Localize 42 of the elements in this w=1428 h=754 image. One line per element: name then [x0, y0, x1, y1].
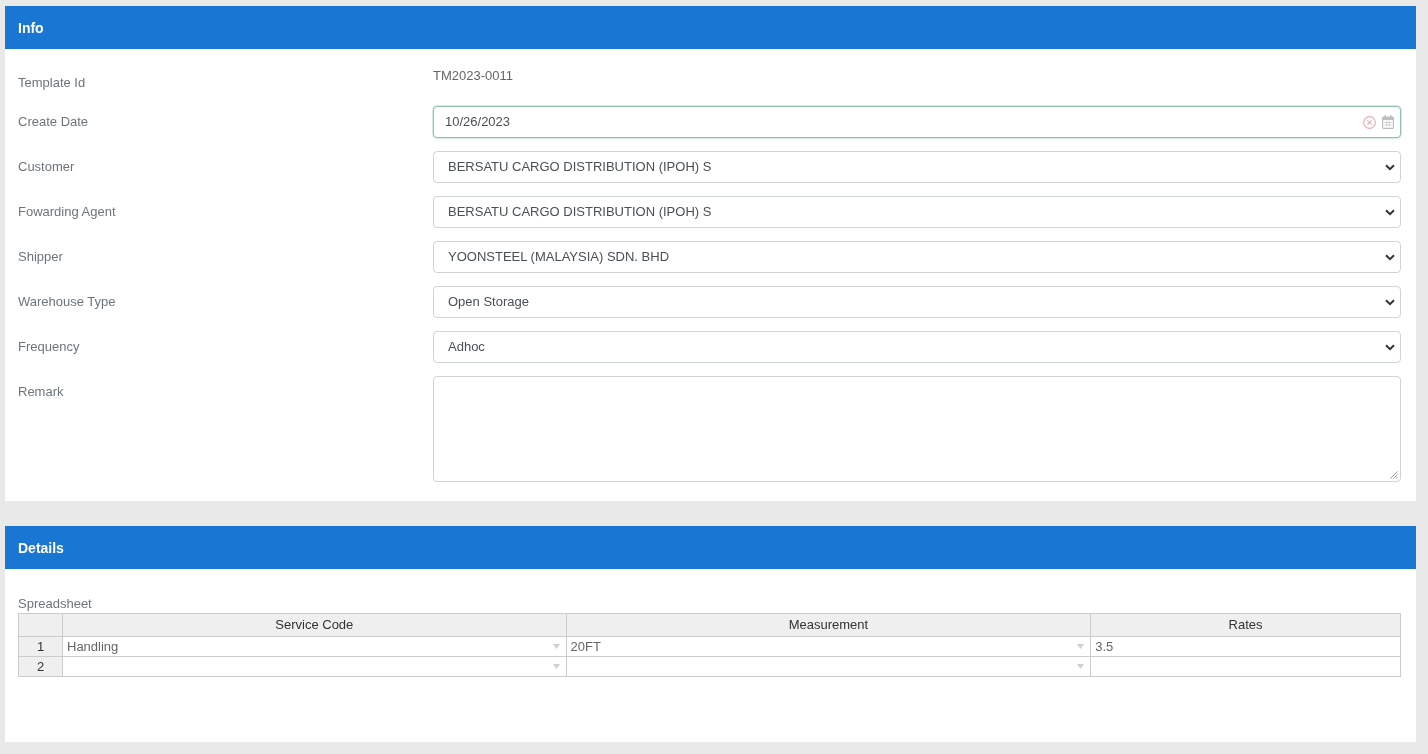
section-title: Details — [18, 538, 64, 557]
row-number: 1 — [19, 637, 63, 657]
chevron-down-icon — [1385, 163, 1395, 171]
select-field[interactable]: BERSATU CARGO DISTRIBUTION (IPOH) S — [433, 151, 1401, 183]
column-header: Measurement — [566, 614, 1092, 637]
caret-icon[interactable] — [552, 644, 560, 649]
clear-icon[interactable] — [1363, 115, 1376, 129]
spreadsheet-cell[interactable] — [1091, 657, 1401, 677]
field-label: Fowarding Agent — [18, 203, 116, 220]
section-title: Info — [18, 18, 44, 37]
spreadsheet-cell[interactable]: 20FT — [566, 637, 1092, 657]
row-number: 2 — [19, 657, 63, 677]
chevron-down-icon — [1385, 343, 1395, 351]
chevron-down-icon — [1385, 253, 1395, 261]
spreadsheet-label: Spreadsheet — [18, 596, 92, 611]
textarea-field[interactable] — [433, 376, 1401, 482]
select-field[interactable]: YOONSTEEL (MALAYSIA) SDN. BHD — [433, 241, 1401, 273]
field-label: Remark — [18, 383, 64, 400]
calendar-icon[interactable] — [1382, 115, 1394, 129]
resize-grip-icon[interactable] — [1390, 471, 1398, 479]
caret-icon[interactable] — [552, 664, 560, 669]
field-label: Customer — [18, 158, 75, 175]
spreadsheet-cell[interactable]: Handling — [63, 637, 567, 657]
caret-icon[interactable] — [1077, 664, 1085, 669]
spreadsheet-cell[interactable]: 3.5 — [1091, 637, 1401, 657]
caret-icon[interactable] — [1077, 644, 1085, 649]
field-label: Warehouse Type — [18, 293, 116, 310]
field-label: Template Id — [18, 74, 86, 91]
select-field[interactable]: Adhoc — [433, 331, 1401, 363]
chevron-down-icon — [1385, 208, 1395, 216]
chevron-down-icon — [1385, 298, 1395, 306]
field-label: Create Date — [18, 113, 89, 130]
select-field[interactable]: BERSATU CARGO DISTRIBUTION (IPOH) S — [433, 196, 1401, 228]
date-field[interactable]: 10/26/2023 — [433, 106, 1401, 138]
spreadsheet-cell[interactable] — [566, 657, 1092, 677]
column-header: Rates — [1091, 614, 1401, 637]
select-field[interactable]: Open Storage — [433, 286, 1401, 318]
spreadsheet-cell[interactable] — [63, 657, 567, 677]
field-label: Shipper — [18, 248, 63, 265]
field-value: TM2023-0011 — [433, 68, 513, 84]
field-label: Frequency — [18, 338, 80, 355]
column-header: Service Code — [63, 614, 567, 637]
